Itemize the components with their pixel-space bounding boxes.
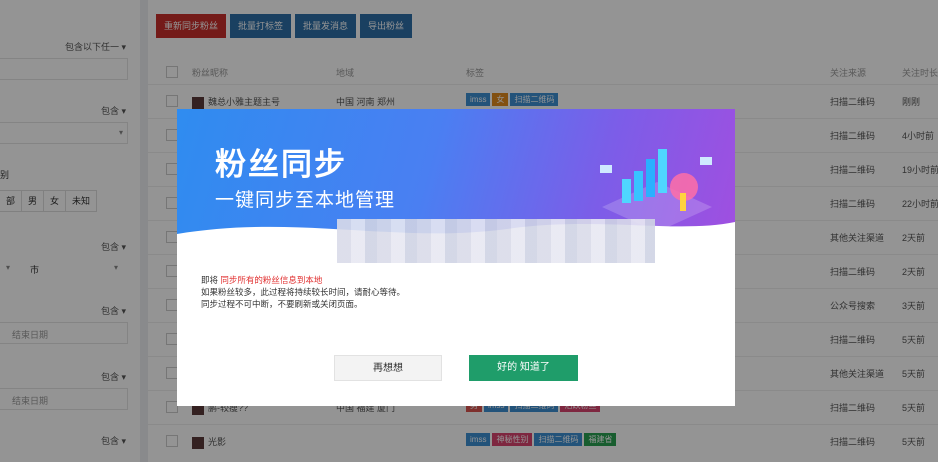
- fans-sync-modal: 粉丝同步 一键同步至本地管理 即将 同步所有的粉丝信息到本地 如果粉丝较多，此过…: [177, 109, 735, 406]
- line1-prefix: 即将: [201, 275, 219, 285]
- modal-subtitle: 一键同步至本地管理: [215, 190, 396, 211]
- blurred-content: [337, 219, 655, 263]
- line1-highlight: 同步所有的粉丝信息到本地: [220, 275, 323, 285]
- rethink-button[interactable]: 再想想: [334, 355, 442, 381]
- modal-title: 粉丝同步: [215, 147, 347, 182]
- sync-line-2: 如果粉丝较多，此过程将持续较长时间，请耐心等待。: [201, 287, 406, 297]
- sync-info-text: 即将 同步所有的粉丝信息到本地 如果粉丝较多，此过程将持续较长时间，请耐心等待。…: [201, 274, 405, 310]
- sync-line-3: 同步过程不可中断，不要刷新或关闭页面。: [201, 299, 363, 309]
- confirm-button[interactable]: 好的 知道了: [469, 355, 578, 381]
- sync-line-1: 即将 同步所有的粉丝信息到本地: [201, 274, 405, 286]
